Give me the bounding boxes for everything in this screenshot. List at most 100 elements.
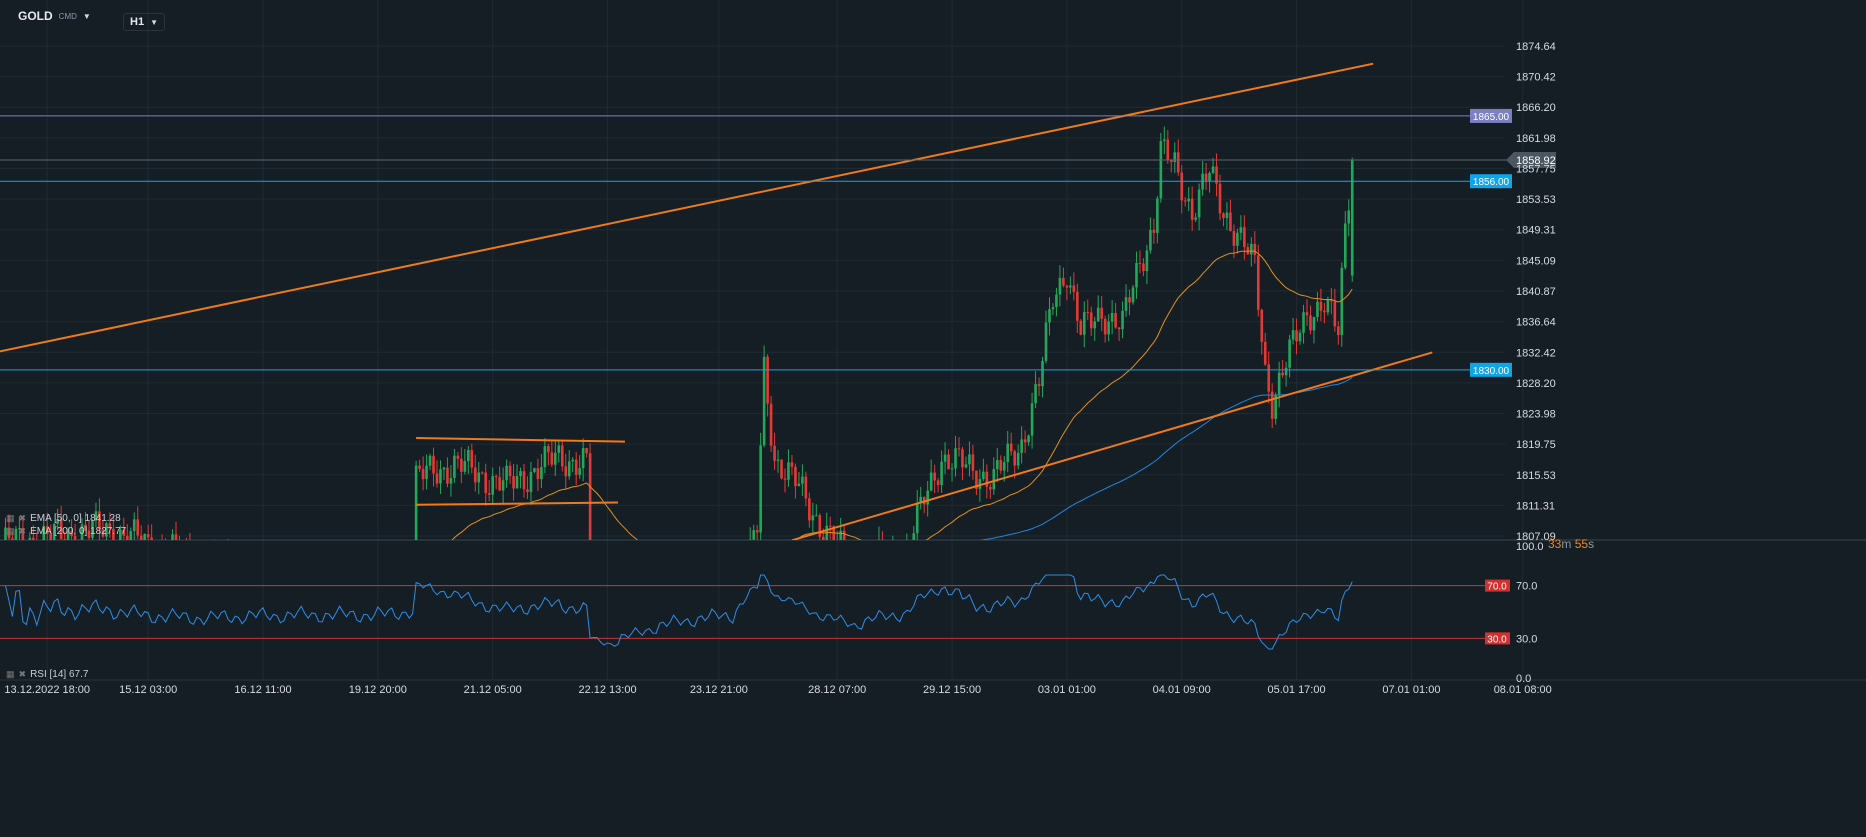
candle [1163,126,1166,154]
candle-body [554,452,557,465]
candle [1246,243,1250,255]
market-label: CMD [58,11,77,21]
candle-body [498,477,501,491]
candle [522,463,526,498]
candle-body [787,462,790,480]
candle [473,454,477,492]
candle-body [1156,198,1159,233]
candle-body [1337,326,1340,336]
candle [439,460,442,495]
candle [1169,159,1173,173]
candle [888,546,891,574]
candle [248,559,251,592]
candle-body [77,544,80,553]
candle-body [1030,403,1034,436]
candle [1121,301,1124,339]
candle [968,441,971,477]
close-icon[interactable]: ✖ [19,513,27,524]
close-icon[interactable]: ✖ [19,669,27,680]
close-icon[interactable]: ✖ [19,526,27,537]
candle [762,345,766,448]
candle [850,553,853,572]
candle [804,471,808,507]
candle-body [251,560,254,566]
candle [77,539,80,553]
candle-body [470,450,474,468]
trend-line [791,351,1433,540]
candle-body [480,472,484,474]
candle [220,551,223,582]
symbol-selector[interactable]: GOLD CMD ▼ [18,9,91,23]
candle-body [683,623,686,632]
legend-rsi[interactable]: ▦ ✖ RSI [14] 67.7 [6,669,88,680]
candle [446,457,449,488]
candle [1337,321,1340,345]
candle [1201,161,1204,196]
candle [773,432,776,470]
candle [846,543,849,582]
candle-body [1055,294,1058,308]
legend-ema50[interactable]: ▦ ✖ EMA [50, 0] 1841.28 [6,513,121,524]
candle [617,622,620,651]
candle [1135,251,1138,299]
settings-icon[interactable]: ▦ [6,669,15,680]
candle [442,466,446,481]
price-chart[interactable]: 1865.00 1856.00 1830.00 1874.64 1870.42 1866.… [0,0,1866,837]
candle [627,605,630,638]
candle-body [467,450,470,462]
candle [526,476,529,500]
candle-body [136,519,140,536]
price-tick-label: 1870.42 [1516,72,1556,84]
candle-body [1232,231,1236,246]
candle [1079,318,1083,336]
candle [345,562,348,599]
candle [1176,139,1180,176]
candle [1256,244,1260,317]
candle-body [915,502,919,534]
candle [185,537,187,540]
candle [1089,306,1093,337]
candle-body [196,560,199,574]
candle-body [487,493,491,495]
candle-body [909,545,912,548]
candle [515,464,519,489]
candle [1225,202,1229,231]
candle [550,441,554,467]
candle-body [1250,243,1253,255]
candle [638,604,641,628]
candle [1330,287,1333,315]
candle [995,447,999,483]
candle [366,579,369,585]
candle-body [596,574,599,575]
candle-body [206,568,209,579]
candle-body [352,574,355,575]
candle-body [394,572,397,592]
candle [794,463,797,499]
timeframe-dropdown[interactable]: H1 ▼ [123,13,165,31]
candle [693,626,696,647]
candle-body [557,445,561,453]
candle-body [906,545,909,554]
settings-icon[interactable]: ▦ [6,513,15,524]
candle-body [157,546,160,562]
candle-body [857,562,860,578]
candle-body [899,564,902,572]
candle-body [574,459,578,475]
candle-body [501,480,505,491]
candle [839,517,842,540]
candle [992,457,996,495]
candle-body [638,605,641,621]
candle [797,472,801,487]
candle [543,438,547,474]
candle-body [237,567,240,570]
candle [216,547,219,569]
candle-body [1093,321,1097,329]
chevron-down-icon[interactable]: ▼ [83,12,91,21]
candle-body [790,462,794,467]
candle-body [192,569,195,574]
settings-icon[interactable]: ▦ [6,526,15,537]
legend-ema200[interactable]: ▦ ✖ EMA [200, 0] 1827.77 [6,526,126,537]
candle-body [815,515,818,517]
candle [1319,288,1323,321]
candle-body [745,574,748,594]
